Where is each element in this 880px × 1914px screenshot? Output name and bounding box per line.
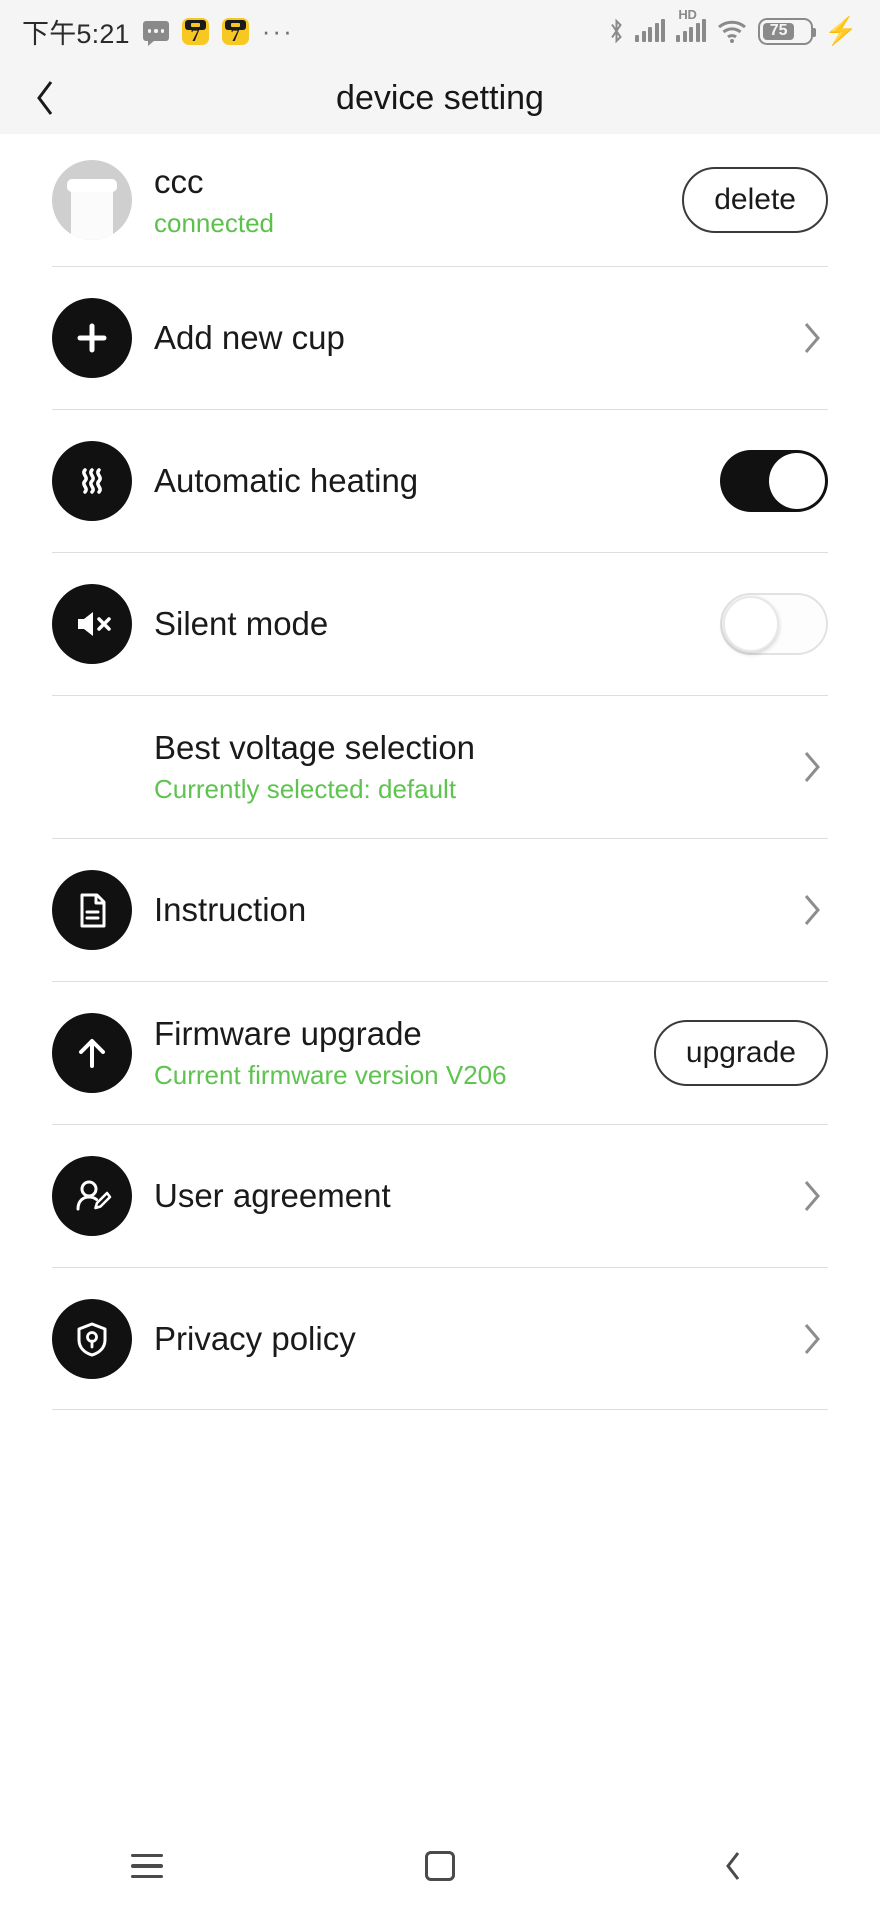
- status-bar-right: HD 75 ⚡: [609, 7, 858, 46]
- signal-icon: [635, 19, 666, 42]
- back-icon: [724, 1851, 742, 1881]
- chevron-right-icon: [802, 750, 822, 784]
- chevron-left-icon: [34, 79, 56, 117]
- battery-icon: 75: [758, 17, 817, 45]
- chevron-right-icon: [802, 1322, 822, 1356]
- bluetooth-icon: [609, 18, 624, 44]
- hd-signal-icon: HD: [676, 7, 707, 42]
- hd-label: HD: [678, 7, 697, 22]
- device-status: connected: [154, 207, 274, 238]
- status-time: 下午5:21: [22, 18, 130, 49]
- document-icon: [52, 869, 132, 950]
- row-silent-mode[interactable]: Silent mode: [52, 552, 828, 695]
- row-automatic-heating[interactable]: Automatic heating: [52, 409, 828, 552]
- row-label: Privacy policy: [154, 1319, 356, 1357]
- automatic-heating-toggle[interactable]: [720, 449, 828, 512]
- row-firmware-upgrade[interactable]: Firmware upgrade Current firmware versio…: [52, 981, 828, 1124]
- device-name: ccc: [154, 162, 204, 200]
- upgrade-button[interactable]: upgrade: [653, 1019, 828, 1086]
- row-label: Add new cup: [154, 318, 345, 356]
- nav-home-button[interactable]: [380, 1836, 500, 1896]
- menu-icon: [130, 1853, 163, 1879]
- app-7-icon: .7: [181, 17, 209, 45]
- row-best-voltage-selection[interactable]: Best voltage selection Currently selecte…: [52, 695, 828, 838]
- charging-bolt-icon: ⚡: [824, 15, 858, 46]
- row-label: Silent mode: [154, 604, 329, 642]
- settings-list: ccc connected delete Add new cup Automat…: [0, 134, 880, 1410]
- row-user-agreement[interactable]: User agreement: [52, 1124, 828, 1267]
- row-label: User agreement: [154, 1176, 391, 1214]
- row-privacy-policy[interactable]: Privacy policy: [52, 1267, 828, 1410]
- cup-avatar: [52, 160, 132, 240]
- row-label: Automatic heating: [154, 461, 419, 499]
- chevron-right-icon: [802, 893, 822, 927]
- header-back-button[interactable]: [0, 62, 90, 134]
- status-overflow-dots: ···: [261, 16, 294, 46]
- app-7-icon: .7: [221, 17, 249, 45]
- status-bar-left: 下午5:21 .7 .7 ···: [22, 12, 294, 51]
- row-label: Firmware upgrade: [154, 1015, 422, 1052]
- nav-back-button[interactable]: [673, 1836, 793, 1896]
- home-icon: [424, 1851, 455, 1881]
- device-labels: ccc connected: [154, 162, 682, 239]
- row-label: Best voltage selection: [154, 729, 476, 766]
- nav-menu-button[interactable]: [87, 1836, 207, 1896]
- page-title: device setting: [336, 78, 544, 117]
- shield-lock-icon: [52, 1298, 132, 1379]
- row-instruction[interactable]: Instruction: [52, 838, 828, 981]
- battery-level: 75: [769, 22, 788, 39]
- device-row[interactable]: ccc connected delete: [52, 134, 828, 266]
- chevron-right-icon: [802, 1179, 822, 1213]
- app-header: device setting: [0, 62, 880, 134]
- plus-icon: [52, 297, 132, 378]
- row-label: Instruction: [154, 890, 307, 928]
- row-sublabel: Currently selected: default: [154, 774, 457, 804]
- message-icon: [142, 21, 169, 46]
- delete-button[interactable]: delete: [682, 167, 828, 233]
- speaker-mute-icon: [52, 583, 132, 664]
- user-edit-icon: [52, 1155, 132, 1236]
- heat-waves-icon: [52, 440, 132, 521]
- wifi-icon: [717, 20, 747, 43]
- row-add-new-cup[interactable]: Add new cup: [52, 266, 828, 409]
- arrow-up-icon: [52, 1012, 132, 1093]
- android-nav-bar: [0, 1818, 880, 1914]
- silent-mode-toggle[interactable]: [720, 592, 828, 655]
- status-bar: 下午5:21 .7 .7 ··· HD 75: [0, 0, 880, 62]
- row-sublabel: Current firmware version V206: [154, 1060, 507, 1090]
- chevron-right-icon: [802, 321, 822, 355]
